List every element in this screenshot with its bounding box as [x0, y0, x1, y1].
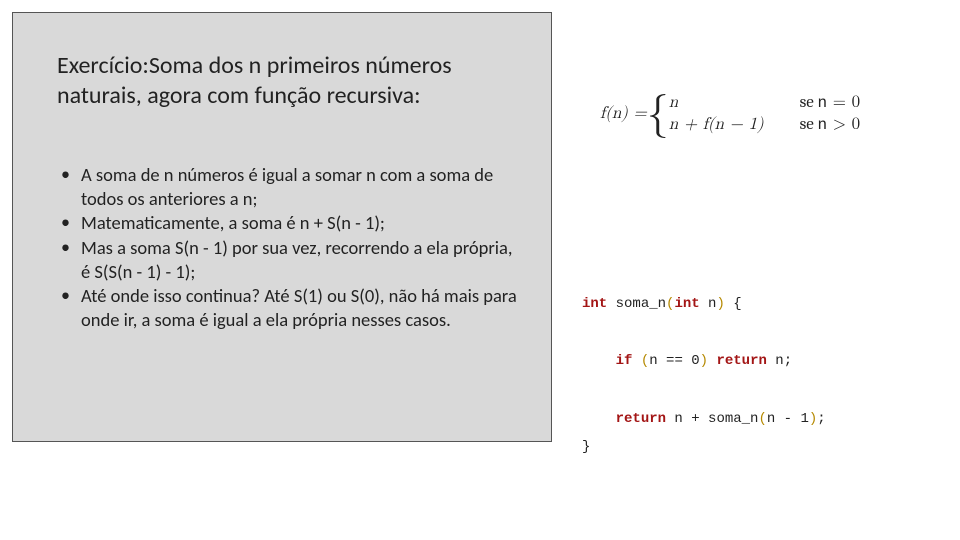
kw-int: int [582, 296, 607, 312]
ret-expr: n + soma_n [666, 411, 758, 427]
kw-int: int [674, 296, 699, 312]
kw-if: if [616, 353, 633, 369]
list-item: A soma de n números é igual a somar n co… [57, 163, 523, 210]
list-item: Até onde isso continua? Até S(1) ou S(0)… [57, 284, 523, 331]
kw-return: return [616, 411, 666, 427]
case2-cond-word: se [800, 115, 818, 134]
paren-close-icon: ) [716, 296, 724, 312]
case2-expr: n + f(n − 1) [669, 116, 764, 133]
title-prefix: Exercício: [57, 51, 149, 80]
formula-lhs: f(n) = [600, 105, 647, 122]
kw-return: return [716, 353, 766, 369]
ret-val: n; [767, 353, 792, 369]
cond-expr: n == 0 [649, 353, 699, 369]
paren-close-icon: ) [700, 353, 708, 369]
brace-open: { [725, 296, 742, 312]
code-snippet: int soma_n(int n) { if (n == 0) return n… [582, 290, 952, 462]
case2-cond-rest: > 0 [827, 116, 860, 133]
brace-icon: { [647, 92, 669, 136]
page-title: Exercício:Soma dos n primeiros números n… [57, 51, 523, 111]
semicolon: ; [817, 411, 825, 427]
case1-cond-rest: = 0 [827, 94, 860, 111]
list-item: Matematicamente, a soma é n + S(n - 1); [57, 211, 523, 235]
slide-panel: Exercício:Soma dos n primeiros números n… [12, 12, 552, 442]
list-item: Mas a soma S(n - 1) por sua vez, recorre… [57, 236, 523, 283]
brace-close: } [582, 439, 590, 455]
param-n: n [700, 296, 717, 312]
case1-cond-var: n [818, 94, 828, 112]
paren-open-icon: ( [641, 353, 649, 369]
case2-cond-var: n [818, 116, 828, 134]
paren-open-icon: ( [758, 411, 766, 427]
math-formula: f(n) = { n se n = 0 n + f(n − 1) se n > … [600, 92, 930, 136]
bullet-list: A soma de n números é igual a somar n co… [57, 163, 523, 332]
case1-cond-word: se [800, 93, 818, 112]
arg-expr: n - 1 [767, 411, 809, 427]
case1-expr: n [669, 94, 678, 111]
fn-name: soma_n [607, 296, 666, 312]
